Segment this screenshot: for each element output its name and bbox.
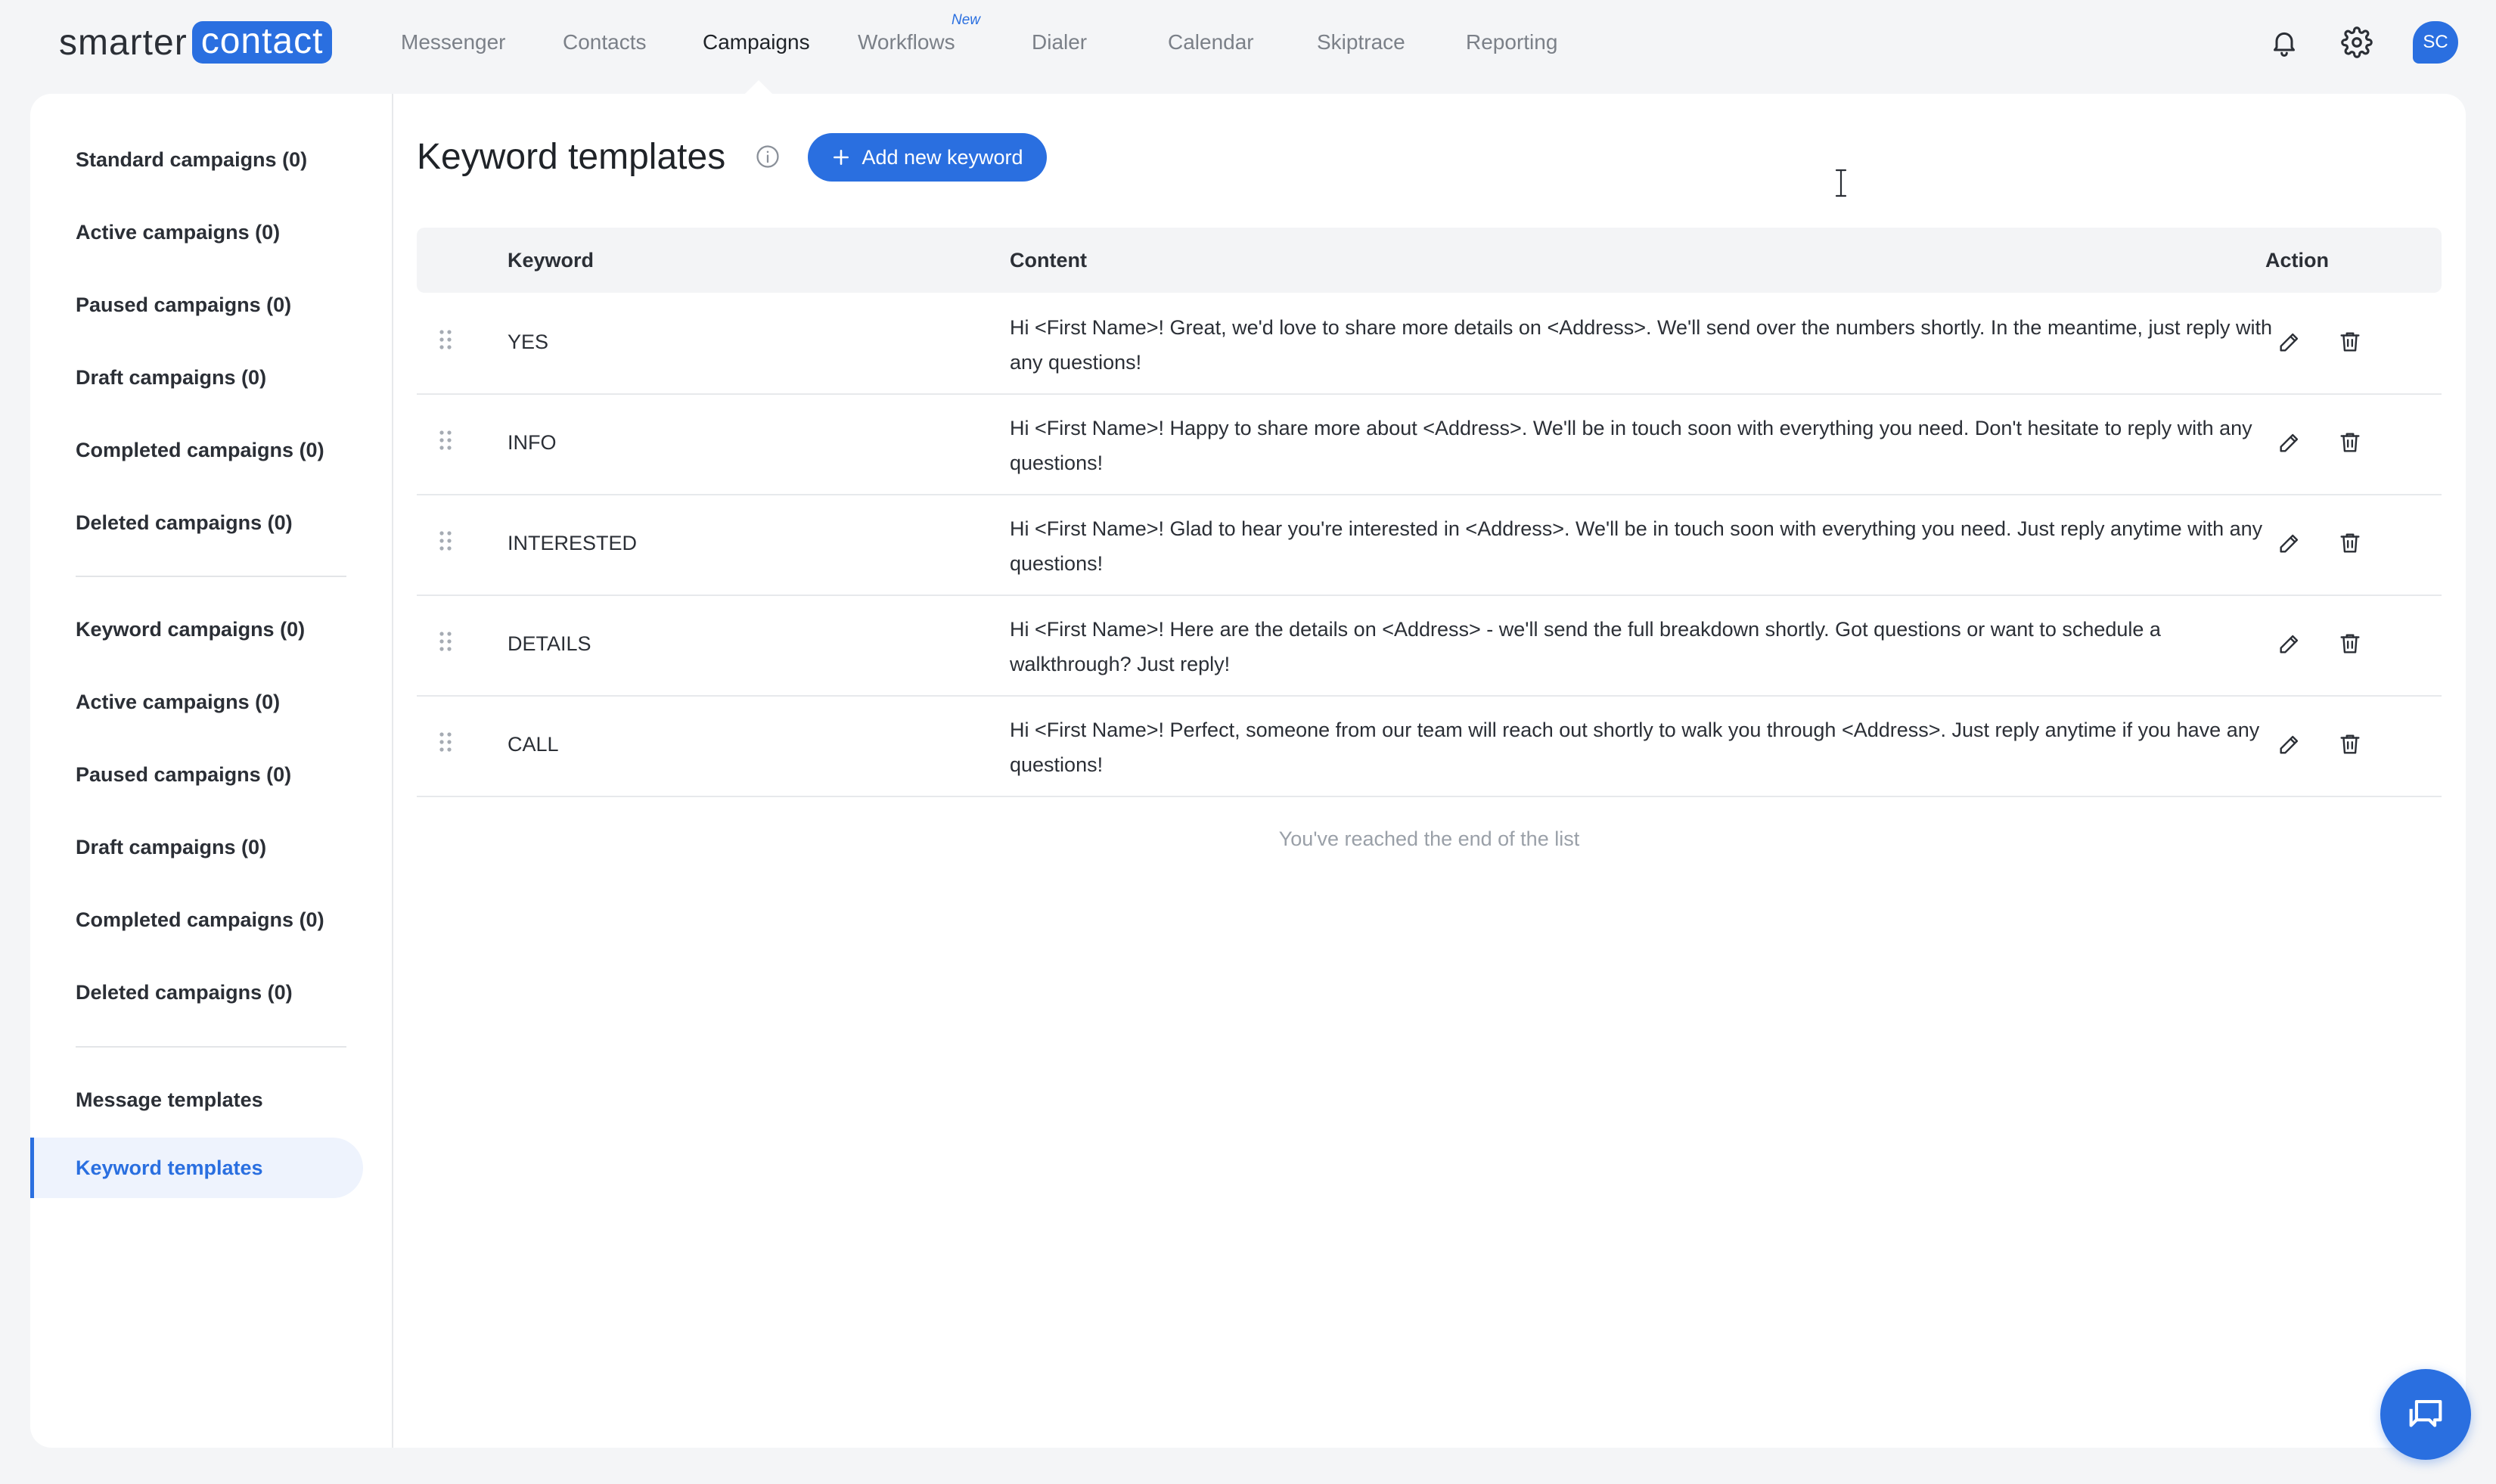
nav-calendar[interactable]: Calendar	[1168, 27, 1254, 57]
nav-skiptrace[interactable]: Skiptrace	[1317, 27, 1405, 57]
delete-icon[interactable]	[2333, 426, 2367, 459]
drag-handle-icon[interactable]	[438, 328, 453, 351]
logo-text: smarter	[59, 22, 188, 63]
sidebar-item-keyword-deleted-campaigns[interactable]: Deleted campaigns (0)	[76, 977, 293, 1007]
selected-indicator	[30, 1138, 34, 1198]
edit-icon[interactable]	[2273, 426, 2306, 459]
sidebar-item-keyword-completed-campaigns[interactable]: Completed campaigns (0)	[76, 905, 324, 935]
row-keyword: YES	[508, 331, 549, 353]
sidebar-item-message-templates[interactable]: Message templates	[76, 1085, 263, 1115]
table-header: Keyword Content Action	[417, 228, 2442, 293]
add-new-keyword-button[interactable]: Add new keyword	[808, 133, 1047, 182]
sidebar-item-completed-campaigns[interactable]: Completed campaigns (0)	[76, 435, 324, 465]
sidebar-item-keyword-templates-label[interactable]: Keyword templates	[76, 1153, 263, 1183]
nav-dialer[interactable]: Dialer	[1032, 27, 1087, 57]
delete-icon[interactable]	[2333, 728, 2367, 761]
nav-workflows[interactable]: Workflows	[858, 27, 955, 57]
new-badge: New	[952, 12, 981, 28]
row-content: Hi <First Name>! Great, we'd love to sha…	[1010, 316, 2273, 374]
row-content: Hi <First Name>! Happy to share more abo…	[1010, 417, 2252, 474]
chat-support-button[interactable]	[2380, 1369, 2471, 1460]
sidebar-divider	[76, 1046, 346, 1048]
row-keyword: INFO	[508, 431, 557, 454]
edit-icon[interactable]	[2273, 325, 2306, 359]
column-header-keyword[interactable]: Keyword	[508, 244, 594, 276]
nav-contacts[interactable]: Contacts	[563, 27, 647, 57]
sidebar-item-standard-campaigns[interactable]: Standard campaigns (0)	[76, 144, 307, 175]
table-row[interactable]: INTERESTED Hi <First Name>! Glad to hear…	[417, 495, 2442, 596]
sidebar-item-keyword-campaigns[interactable]: Keyword campaigns (0)	[76, 614, 305, 644]
sidebar-item-draft-campaigns[interactable]: Draft campaigns (0)	[76, 362, 266, 393]
edit-icon[interactable]	[2273, 627, 2306, 660]
row-keyword: INTERESTED	[508, 532, 638, 554]
row-content: Hi <First Name>! Perfect, someone from o…	[1010, 719, 2260, 776]
nav-messenger[interactable]: Messenger	[401, 27, 506, 57]
page-title: Keyword templates	[417, 137, 726, 177]
column-header-action: Action	[2265, 249, 2329, 272]
row-keyword: CALL	[508, 733, 559, 756]
sidebar-item-keyword-paused-campaigns[interactable]: Paused campaigns (0)	[76, 759, 291, 790]
row-content: Hi <First Name>! Glad to hear you're int…	[1010, 517, 2263, 575]
sidebar-item-deleted-campaigns[interactable]: Deleted campaigns (0)	[76, 508, 293, 538]
drag-handle-icon[interactable]	[438, 731, 453, 753]
top-navigation: smarter contact Messenger Contacts Campa…	[0, 0, 2496, 94]
bell-icon[interactable]	[2265, 23, 2304, 62]
table-row[interactable]: YES Hi <First Name>! Great, we'd love to…	[417, 293, 2442, 395]
row-content: Hi <First Name>! Here are the details on…	[1010, 618, 2161, 675]
add-new-keyword-label: Add new keyword	[861, 145, 1023, 169]
sidebar-item-keyword-draft-campaigns[interactable]: Draft campaigns (0)	[76, 832, 266, 862]
drag-handle-icon[interactable]	[438, 630, 453, 653]
delete-icon[interactable]	[2333, 325, 2367, 359]
sidebar-divider	[76, 576, 346, 577]
info-icon[interactable]	[755, 144, 781, 169]
delete-icon[interactable]	[2333, 627, 2367, 660]
gear-icon[interactable]	[2337, 23, 2376, 62]
nav-campaigns[interactable]: Campaigns	[703, 27, 810, 57]
drag-handle-icon[interactable]	[438, 529, 453, 552]
logo[interactable]: smarter contact	[59, 20, 333, 65]
table-row[interactable]: DETAILS Hi <First Name>! Here are the de…	[417, 595, 2442, 697]
table-row[interactable]: INFO Hi <First Name>! Happy to share mor…	[417, 394, 2442, 495]
text-cursor-icon	[1833, 168, 1849, 198]
table-row[interactable]: CALL Hi <First Name>! Perfect, someone f…	[417, 696, 2442, 797]
end-of-list-note: You've reached the end of the list	[1278, 827, 1580, 850]
delete-icon[interactable]	[2333, 526, 2367, 560]
edit-icon[interactable]	[2273, 728, 2306, 761]
sidebar-item-paused-campaigns[interactable]: Paused campaigns (0)	[76, 290, 291, 320]
logo-box-text: contact	[191, 21, 333, 64]
chat-icon	[2409, 1400, 2442, 1427]
nav-reporting[interactable]: Reporting	[1466, 27, 1557, 57]
column-header-content[interactable]: Content	[1010, 244, 1087, 276]
edit-icon[interactable]	[2273, 526, 2306, 560]
sidebar-item-keyword-active-campaigns[interactable]: Active campaigns (0)	[76, 687, 280, 717]
sidebar: Standard campaigns (0) Active campaigns …	[30, 94, 393, 1448]
drag-handle-icon[interactable]	[438, 429, 453, 452]
plus-icon	[834, 150, 849, 165]
sidebar-item-active-campaigns[interactable]: Active campaigns (0)	[76, 217, 280, 247]
avatar[interactable]: SC	[2413, 21, 2458, 64]
active-nav-indicator	[745, 80, 772, 94]
row-keyword: DETAILS	[508, 632, 591, 655]
